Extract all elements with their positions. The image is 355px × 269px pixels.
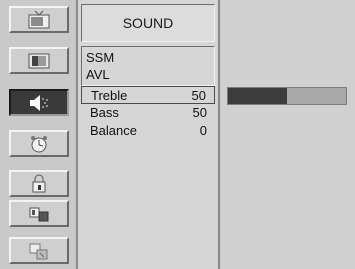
balance-row[interactable]: Balance 0 <box>81 122 215 140</box>
install-menu-tile[interactable] <box>9 237 69 264</box>
balance-value: 0 <box>199 123 207 138</box>
avl-option[interactable]: AVL <box>86 67 110 83</box>
osd-menu: SOUND SSM AVL Treble 50 Bass 50 Balance … <box>0 0 355 269</box>
timer-menu-tile[interactable] <box>9 130 69 157</box>
treble-level-fill <box>228 88 287 104</box>
picture-menu-tile[interactable] <box>9 47 69 74</box>
tv-menu-tile[interactable] <box>9 6 69 33</box>
treble-label: Treble <box>91 88 128 103</box>
sound-menu: SOUND SSM AVL Treble 50 Bass 50 Balance … <box>78 0 220 269</box>
balance-label: Balance <box>90 123 137 138</box>
features-menu-tile[interactable] <box>9 200 69 227</box>
picture-icon <box>28 53 50 68</box>
sound-menu-tile[interactable] <box>9 89 69 116</box>
bass-row[interactable]: Bass 50 <box>81 104 215 122</box>
menu-title: SOUND <box>81 4 215 42</box>
sound-icon <box>30 94 48 111</box>
treble-row[interactable]: Treble 50 <box>81 86 215 104</box>
adjustment-panel <box>220 0 355 269</box>
lock-menu-tile[interactable] <box>9 170 69 197</box>
tv-icon <box>28 10 50 28</box>
timer-icon <box>31 135 47 152</box>
features-icon <box>29 207 49 221</box>
ssm-option[interactable]: SSM <box>86 50 114 66</box>
bass-value: 50 <box>192 105 207 120</box>
install-icon <box>29 243 48 259</box>
bass-label: Bass <box>90 105 119 120</box>
menu-icon-column <box>0 0 78 269</box>
treble-value: 50 <box>191 88 206 103</box>
treble-level-bar[interactable] <box>227 87 347 105</box>
lock-icon <box>32 174 46 192</box>
